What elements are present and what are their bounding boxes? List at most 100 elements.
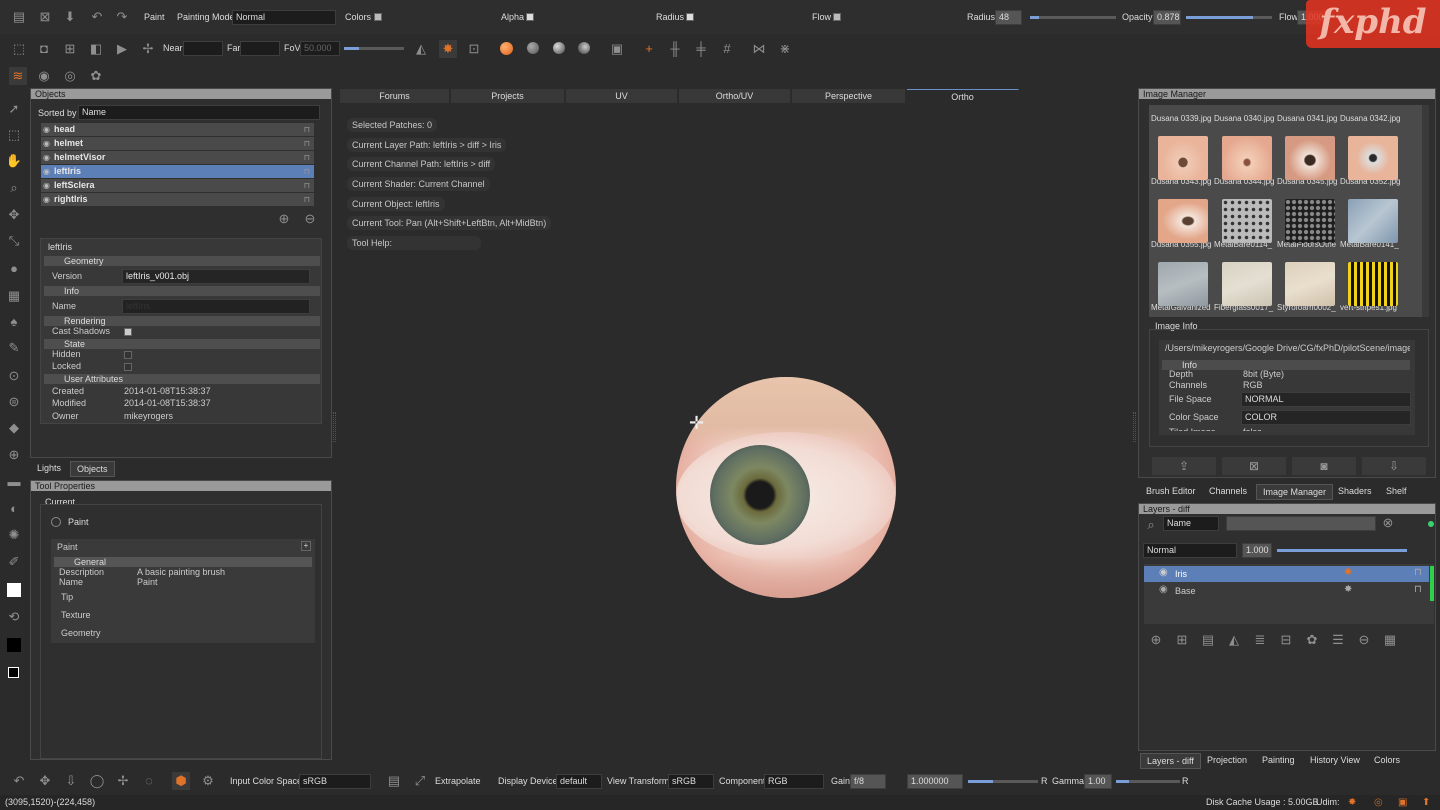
visibility-icon[interactable]: ◎ (61, 67, 79, 85)
state-section[interactable]: State (44, 339, 320, 349)
paint-group-expand-icon[interactable]: + (301, 541, 311, 551)
tab-projects[interactable]: Projects (451, 89, 565, 103)
brush-icon[interactable]: ♠ (5, 313, 23, 331)
thumb-vert-stripes1[interactable] (1348, 262, 1398, 306)
blend-mode-select[interactable]: Normal (1143, 543, 1237, 558)
thumb-metalbare0114[interactable] (1222, 199, 1272, 243)
info-section[interactable]: Info (44, 286, 320, 296)
blur-icon[interactable]: ✺ (5, 526, 23, 544)
eye-layer-icon[interactable]: ◉ (35, 67, 53, 85)
dodge-icon[interactable]: ◐ (5, 500, 23, 518)
layer-effects-icon[interactable]: ✿ (1303, 631, 1321, 649)
add-group-icon[interactable]: ▤ (1199, 631, 1217, 649)
tab-projection[interactable]: Projection (1207, 755, 1247, 765)
layer-row-iris[interactable]: ◉ Iris ✸ ⊓ (1144, 566, 1429, 582)
object-visibility-icon[interactable]: ◉ (43, 151, 50, 164)
move-icon[interactable]: ✥ (5, 206, 23, 224)
tab-shaders[interactable]: Shaders (1338, 486, 1372, 496)
file-space-select[interactable]: NORMAL (1241, 392, 1411, 407)
camera-icon[interactable]: ⬚ (10, 40, 28, 58)
object-lock-icon[interactable]: ⊓ (304, 179, 310, 192)
gain-value-field[interactable]: 1.000000 (907, 774, 963, 789)
radius-field[interactable]: 48 (995, 10, 1022, 25)
flow-checkbox[interactable] (833, 13, 841, 21)
thumb-fiberglass0017[interactable] (1222, 262, 1272, 306)
gain-reset-label[interactable]: R (1041, 776, 1048, 786)
delete-image-button[interactable]: ⊠ (1222, 457, 1286, 475)
user-attributes-section[interactable]: User Attributes (44, 374, 320, 384)
object-lock-icon[interactable]: ⊓ (304, 151, 310, 164)
remove-object-icon[interactable]: ⊖ (301, 210, 319, 228)
udim-status-icon-2[interactable]: ◎ (1374, 797, 1383, 808)
add-paint-layer-icon[interactable]: ⊕ (1147, 631, 1165, 649)
tab-uv[interactable]: UV (566, 89, 678, 103)
pin-icon[interactable]: ✎ (5, 339, 23, 357)
layer-visibility-icon[interactable]: ◉ (1159, 567, 1168, 578)
tab-ortho[interactable]: Ortho (907, 89, 1019, 103)
thumb-dusana-0345[interactable] (1285, 136, 1335, 180)
object-row[interactable]: ◉ rightIris ⊓ (41, 193, 314, 206)
zoom-icon[interactable]: ⌕ (5, 179, 23, 197)
radius-checkbox[interactable] (686, 13, 694, 21)
arrow-down-icon[interactable]: ⇩ (62, 772, 80, 790)
eye-render[interactable] (676, 377, 896, 598)
cast-shadows-checkbox[interactable] (124, 328, 132, 336)
locked-checkbox[interactable] (124, 363, 132, 371)
object-row[interactable]: ◉ head ⊓ (41, 123, 314, 136)
fov-field[interactable]: 50.000 (300, 41, 340, 56)
flat-sphere-icon[interactable] (527, 42, 539, 54)
capture-image-button[interactable]: ◙ (1292, 457, 1356, 475)
tab-objects[interactable]: Objects (70, 461, 115, 477)
add-object-icon[interactable]: ⊕ (275, 210, 293, 228)
gamma-slider[interactable] (1116, 780, 1180, 783)
near-field[interactable] (183, 41, 223, 56)
grid-view-icon[interactable]: ⊞ (61, 40, 79, 58)
transform-icon[interactable]: ⤡ (5, 232, 23, 250)
tab-perspective[interactable]: Perspective (792, 89, 906, 103)
lit-sphere-icon[interactable] (553, 42, 565, 54)
extrapolate-icon[interactable]: ⤢ (411, 772, 429, 790)
close-file-icon[interactable]: ⊠ (36, 8, 54, 26)
shaded-sphere-icon[interactable] (500, 42, 513, 55)
tab-ortho-uv[interactable]: Ortho/UV (679, 89, 791, 103)
gamma-field[interactable]: 1.00 (1084, 774, 1112, 789)
import-image-button[interactable]: ⇪ (1152, 457, 1216, 475)
cube-icon[interactable]: ◧ (87, 40, 105, 58)
eraser-icon[interactable]: ◆ (5, 419, 23, 437)
tab-history-view[interactable]: History View (1310, 755, 1360, 765)
tab-image-manager[interactable]: Image Manager (1256, 484, 1334, 500)
object-visibility-icon[interactable]: ◉ (43, 165, 50, 178)
default-colors-icon[interactable] (8, 667, 19, 678)
pan-hand-icon[interactable]: ✋ (5, 152, 23, 170)
paint-through-icon[interactable]: ◭ (412, 40, 430, 58)
new-file-icon[interactable]: ▤ (10, 8, 28, 26)
rotate-icon[interactable]: ◯ (88, 772, 106, 790)
thumb-metalbare0141[interactable] (1348, 199, 1398, 243)
color-space-select[interactable]: COLOR (1241, 410, 1411, 425)
mask-icon[interactable]: ⊡ (465, 40, 483, 58)
wireframe-x-icon[interactable]: ⋇ (776, 40, 794, 58)
texture-group[interactable]: Texture (61, 609, 91, 621)
tab-brush-editor[interactable]: Brush Editor (1146, 486, 1196, 496)
thumb-metalgalvanized[interactable] (1158, 262, 1208, 306)
uv-grid-icon[interactable]: ▦ (5, 287, 23, 305)
image-info-section[interactable]: Info (1162, 360, 1410, 370)
tab-channels[interactable]: Channels (1209, 486, 1247, 496)
gain-slider[interactable] (968, 780, 1038, 783)
image-grid-scrollbar[interactable] (1422, 105, 1429, 317)
version-select[interactable]: leftIris_v001.obj (122, 269, 310, 284)
smudge-icon[interactable]: ⊜ (5, 393, 23, 411)
tab-painting[interactable]: Painting (1262, 755, 1295, 765)
undo-icon[interactable]: ↶ (10, 772, 28, 790)
merge-layers-icon[interactable]: ≣ (1251, 631, 1269, 649)
hidden-checkbox[interactable] (124, 351, 132, 359)
undo-paint-icon[interactable]: ↶ (88, 8, 106, 26)
geometry-section[interactable]: Geometry (44, 256, 320, 266)
split-horizontal-icon[interactable]: ╪ (692, 40, 710, 58)
thumb-metalfloorsothe[interactable] (1285, 199, 1335, 243)
redo-paint-icon[interactable]: ↷ (113, 8, 131, 26)
duplicate-layer-icon[interactable]: ⊟ (1277, 631, 1295, 649)
display-device-select[interactable]: default (556, 774, 602, 789)
udim-status-icon[interactable]: ✸ (1348, 797, 1356, 808)
film-icon[interactable]: ▶ (113, 40, 131, 58)
